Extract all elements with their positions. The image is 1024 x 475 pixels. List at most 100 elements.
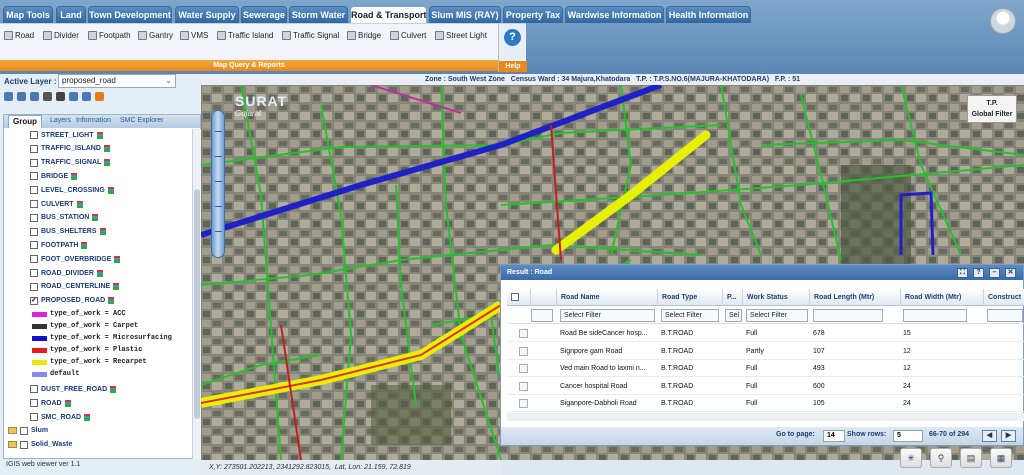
filter-p[interactable]: Sel [725, 309, 742, 322]
active-layer-select[interactable]: proposed_road ⌄ [58, 74, 176, 88]
divider-button[interactable]: Divider [43, 29, 79, 42]
layer-road-centerline[interactable]: ROAD_CENTERLINE [30, 282, 120, 291]
layer-checkbox[interactable] [30, 385, 38, 394]
layer-checkbox[interactable] [30, 269, 38, 277]
layer-smc-road[interactable]: SMC_ROAD [30, 413, 91, 421]
layer-traffic-signal[interactable]: TRAFFIC_SIGNAL [30, 158, 111, 167]
group-solid-waste[interactable]: Solid_Waste [8, 440, 72, 449]
tab-information[interactable]: Information [76, 117, 111, 124]
layer-checkbox[interactable] [30, 200, 38, 208]
tab-sewerage[interactable]: Sewerage [241, 6, 287, 23]
filter-road-type[interactable]: Select Filter [661, 309, 719, 322]
layer-checkbox[interactable] [30, 241, 38, 250]
filter-construct[interactable] [987, 309, 1023, 322]
layer-checkbox[interactable] [30, 144, 38, 153]
layer-culvert[interactable]: CULVERT [30, 200, 83, 208]
filter-road-width[interactable] [903, 309, 967, 322]
tab-wardwise-information[interactable]: Wardwise Information [565, 6, 664, 23]
culvert-button[interactable]: Culvert [390, 29, 426, 42]
tab-slum-mis[interactable]: Slum MIS (RAY) [429, 6, 501, 23]
layer-bridge[interactable]: BRIDGE [30, 172, 78, 181]
col-construct[interactable]: Construct [984, 289, 1024, 306]
magnifier-icon[interactable]: ⚲ [930, 448, 952, 468]
layer-scrollbar[interactable] [192, 129, 201, 459]
layer-level-crossing[interactable]: LEVEL_CROSSING [30, 186, 114, 195]
row-checkbox[interactable] [519, 329, 528, 338]
layers-settings-icon[interactable]: ▦ [990, 448, 1012, 468]
layer-footpath[interactable]: FOOTPATH [30, 241, 88, 250]
document-icon[interactable] [69, 92, 78, 101]
row-checkbox[interactable] [519, 346, 528, 356]
tab-storm-water[interactable]: Storm Water [289, 6, 348, 23]
layer-checkbox[interactable]: ✓ [30, 296, 38, 305]
result-title-bar[interactable]: Result : Road ⛶ ? – ✕ [501, 265, 1023, 280]
help-icon[interactable]: ? [973, 268, 984, 278]
tab-map-tools[interactable]: Map Tools [3, 6, 53, 23]
help-icon[interactable]: ? [504, 29, 521, 46]
user-avatar[interactable] [990, 8, 1016, 34]
layer-bus-station[interactable]: BUS_STATION [30, 213, 99, 222]
select-all-checkbox[interactable] [507, 289, 531, 306]
road-button[interactable]: Road [4, 29, 34, 42]
tab-road-transport[interactable]: Road & Transport [350, 6, 427, 23]
layer-foot-overbridge[interactable]: FOOT_OVERBRIDGE [30, 255, 121, 264]
filter-blank[interactable] [531, 309, 553, 322]
group-checkbox[interactable] [20, 426, 28, 435]
layer-proposed-road[interactable]: ✓ PROPOSED_ROAD [30, 296, 115, 305]
layer-checkbox[interactable] [30, 399, 38, 408]
layer-traffic-island[interactable]: TRAFFIC_ISLAND [30, 144, 110, 153]
vms-button[interactable]: VMS [180, 29, 208, 42]
filter-road-name[interactable]: Select Filter [560, 309, 655, 322]
minimize-icon[interactable]: – [989, 268, 1000, 278]
layer-checkbox[interactable] [30, 131, 38, 139]
zoom-extent-icon[interactable]: ✳ [900, 448, 922, 468]
print-icon[interactable]: ▤ [960, 448, 982, 468]
row-checkbox[interactable] [519, 381, 528, 391]
col-work-status[interactable]: Work Status [743, 289, 810, 306]
opacity-icon[interactable] [43, 92, 52, 101]
layer-bus-shelters[interactable]: BUS_SHELTERS [30, 227, 106, 236]
col-road-type[interactable]: Road Type [658, 289, 723, 306]
table-row[interactable]: Cancer hospital Road B.T.ROAD Full 600 24 [507, 378, 1024, 395]
tab-land[interactable]: Land [56, 6, 86, 23]
tp-global-filter-button[interactable]: T.P. Global Filter [967, 95, 1017, 123]
row-checkbox[interactable] [519, 364, 528, 373]
layer-checkbox[interactable] [30, 213, 38, 222]
layer-checkbox[interactable] [30, 282, 38, 291]
search-layer-icon[interactable] [82, 92, 91, 101]
refresh-icon[interactable] [95, 92, 104, 101]
col-p[interactable]: P... [723, 289, 743, 306]
layer-road[interactable]: ROAD [30, 399, 71, 408]
tab-water-supply[interactable]: Water Supply [175, 6, 239, 23]
tab-health-information[interactable]: Health Information [666, 6, 751, 23]
layer-dust-free-road[interactable]: DUST_FREE_ROAD [30, 385, 117, 394]
tab-group[interactable]: Group [8, 115, 42, 128]
tab-town-development[interactable]: Town Development [88, 6, 172, 23]
move-up-icon[interactable] [17, 92, 26, 101]
table-row[interactable]: Siganpore-Dabholi Road B.T.ROAD Full 105 24 [507, 395, 1024, 412]
traffic-island-button[interactable]: Traffic Island [217, 29, 273, 42]
footpath-button[interactable]: Footpath [88, 29, 131, 42]
tab-layers[interactable]: Layers [50, 117, 71, 124]
layer-checkbox[interactable] [30, 255, 38, 264]
result-horizontal-scrollbar[interactable] [507, 413, 1024, 421]
layer-checkbox[interactable] [30, 158, 38, 167]
table-row[interactable]: Road Be sideCancer hosp... B.T.ROAD Full 67… [507, 325, 1024, 342]
tab-smc-explorer[interactable]: SMC Explorer [120, 117, 164, 124]
col-road-length[interactable]: Road Length (Mtr) [810, 289, 901, 306]
street-light-button[interactable]: Street Light [435, 29, 487, 42]
filter-road-length[interactable] [813, 309, 883, 322]
layer-checkbox[interactable] [30, 413, 38, 421]
bridge-button[interactable]: Bridge [347, 29, 381, 42]
table-row[interactable]: Ved main Road to laxmi n... B.T.ROAD Full 4… [507, 360, 1024, 377]
contrast-icon[interactable] [56, 92, 65, 101]
zoom-slider[interactable] [211, 110, 225, 258]
group-slum[interactable]: Slum [8, 426, 48, 435]
layer-checkbox[interactable] [30, 227, 38, 236]
gantry-button[interactable]: Gantry [138, 29, 173, 42]
layer-list-icon[interactable] [4, 92, 13, 101]
close-icon[interactable]: ✕ [1005, 268, 1016, 278]
layer-street-light[interactable]: STREET_LIGHT [30, 131, 103, 139]
layer-checkbox[interactable] [30, 172, 38, 181]
next-page-button[interactable]: ▶ [1001, 430, 1016, 442]
